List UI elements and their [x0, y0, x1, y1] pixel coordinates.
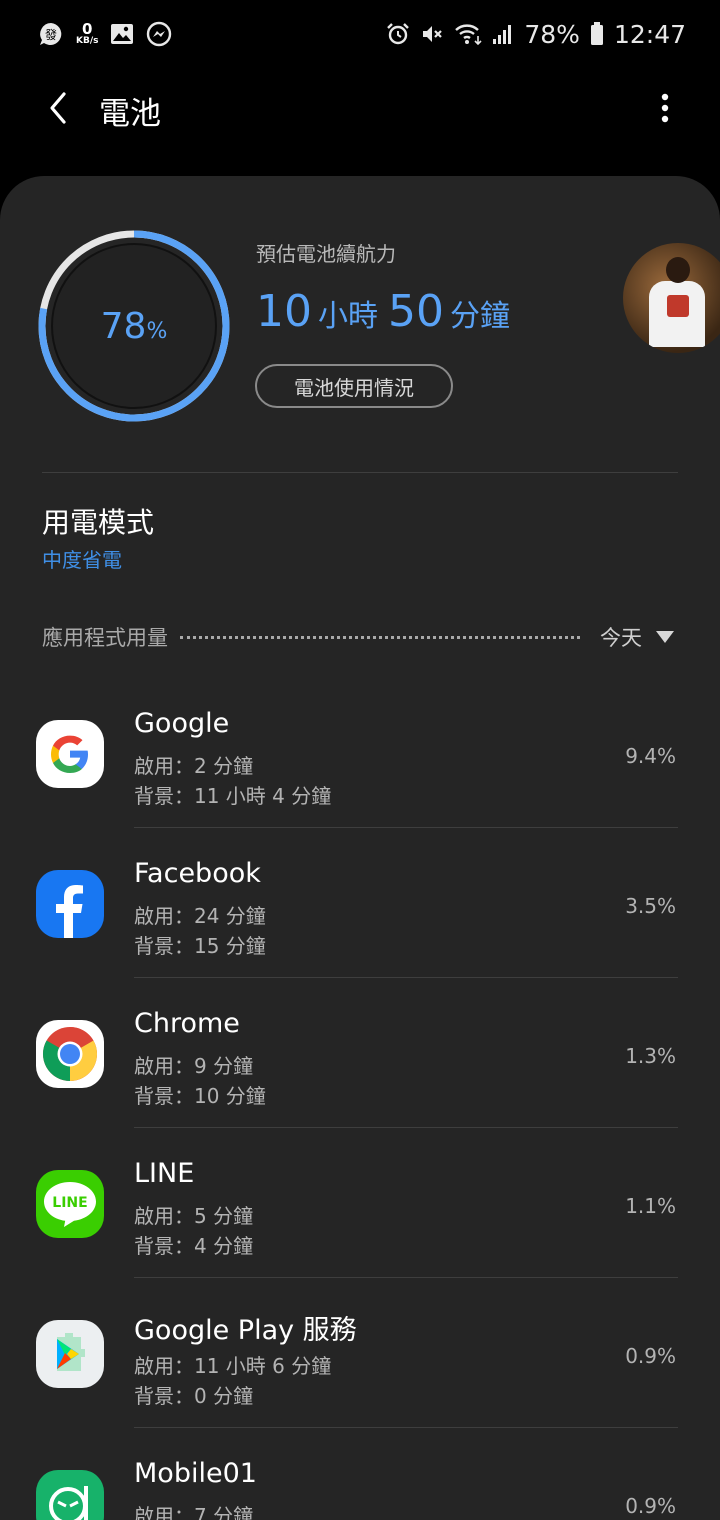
avatar[interactable]	[623, 243, 720, 353]
status-bar: 發 0 KB/s 78% 12:47	[0, 0, 720, 68]
estimate-hours: 10	[256, 286, 312, 337]
battery-percent-number: 78	[100, 305, 147, 347]
app-active-time: 啟用：9 分鐘	[134, 1054, 254, 1078]
battery-percent-sign: %	[146, 318, 168, 344]
dotted-leader	[180, 635, 580, 639]
app-usage-percent: 0.9%	[625, 1494, 676, 1518]
period-dropdown[interactable]: 今天	[600, 622, 642, 652]
battery-icon	[590, 22, 604, 46]
estimate-label: 預估電池續航力	[256, 242, 396, 266]
battery-percent-label: 78 %	[36, 228, 232, 424]
svg-text:發: 發	[45, 27, 57, 42]
app-usage-percent: 9.4%	[625, 744, 676, 768]
back-button[interactable]	[40, 88, 76, 128]
google-play-services-icon	[36, 1320, 104, 1388]
app-usage-percent: 1.1%	[625, 1194, 676, 1218]
app-row[interactable]: Mobile01 啟用：7 分鐘 0.9%	[0, 1428, 720, 1520]
app-background-time: 背景：10 分鐘	[134, 1084, 266, 1108]
status-bar-right: 78% 12:47	[386, 20, 686, 49]
app-name: Mobile01	[134, 1458, 257, 1489]
app-active-time: 啟用：2 分鐘	[134, 754, 254, 778]
app-active-time: 啟用：5 分鐘	[134, 1204, 254, 1228]
app-background-time: 背景：11 小時 4 分鐘	[134, 784, 332, 808]
estimate-time: 10 小時 50 分鐘	[256, 286, 520, 337]
line-icon: LINE	[36, 1170, 104, 1238]
battery-usage-button[interactable]: 電池使用情況	[255, 364, 453, 408]
facebook-icon	[36, 870, 104, 938]
google-icon	[36, 720, 104, 788]
chevron-left-icon	[50, 92, 66, 124]
app-active-time: 啟用：7 分鐘	[134, 1504, 254, 1520]
battery-sheet: 78 % 預估電池續航力 10 小時 50 分鐘 電池使用情況 用電模式 中度省電 應…	[0, 176, 720, 1520]
network-speed-unit: KB/s	[76, 36, 99, 46]
app-background-time: 背景：4 分鐘	[134, 1234, 254, 1258]
app-usage-percent: 0.9%	[625, 1344, 676, 1368]
network-speed: 0 KB/s	[76, 22, 98, 46]
app-background-time: 背景：0 分鐘	[134, 1384, 254, 1408]
app-usage-title: 應用程式用量	[42, 626, 168, 650]
app-active-time: 啟用：11 小時 6 分鐘	[134, 1354, 332, 1378]
app-bar: 電池	[0, 68, 720, 148]
alarm-icon	[386, 22, 410, 46]
more-vert-icon	[661, 93, 669, 123]
avatar-print	[667, 295, 689, 317]
estimate-minutes: 50	[388, 286, 444, 337]
app-name: Google	[134, 708, 230, 739]
app-name: Chrome	[134, 1008, 240, 1039]
page-title: 電池	[99, 96, 161, 132]
app-name: Google Play 服務	[134, 1315, 357, 1346]
status-bar-left: 發 0 KB/s	[38, 21, 172, 47]
app-background-time: 背景：15 分鐘	[134, 934, 266, 958]
wifi-icon	[454, 22, 482, 46]
app-active-time: 啟用：24 分鐘	[134, 904, 266, 928]
app-name: LINE	[134, 1158, 195, 1189]
app-row[interactable]: Facebook 啟用：24 分鐘 背景：15 分鐘 3.5%	[0, 828, 720, 978]
notification-char-icon: 發	[38, 21, 64, 47]
network-speed-value: 0	[82, 20, 93, 38]
power-mode-title: 用電模式	[42, 506, 155, 539]
estimate-hours-unit: 小時	[318, 299, 378, 334]
more-options-button[interactable]	[650, 90, 680, 126]
app-row[interactable]: Google Play 服務 啟用：11 小時 6 分鐘 背景：0 分鐘 0.9…	[0, 1278, 720, 1428]
app-usage-percent: 3.5%	[625, 894, 676, 918]
caret-down-icon[interactable]	[656, 631, 674, 643]
clock: 12:47	[613, 19, 686, 49]
app-usage-percent: 1.3%	[625, 1044, 676, 1068]
messenger-icon	[146, 21, 172, 47]
battery-percent: 78%	[524, 19, 580, 49]
app-name: Facebook	[134, 858, 261, 889]
mute-icon	[420, 22, 444, 46]
estimate-minutes-unit: 分鐘	[450, 299, 510, 334]
image-icon	[110, 23, 134, 45]
chrome-icon	[36, 1020, 104, 1088]
signal-icon	[492, 23, 514, 45]
app-usage-header: 應用程式用量 今天	[42, 622, 678, 652]
line-logo-text: LINE	[52, 1195, 87, 1211]
app-row[interactable]: LINE LINE 啟用：5 分鐘 背景：4 分鐘 1.1%	[0, 1128, 720, 1278]
app-row[interactable]: Chrome 啟用：9 分鐘 背景：10 分鐘 1.3%	[0, 978, 720, 1128]
power-mode-value: 中度省電	[42, 548, 122, 572]
app-row[interactable]: Google 啟用：2 分鐘 背景：11 小時 4 分鐘 9.4%	[0, 678, 720, 828]
mobile01-icon	[36, 1470, 104, 1520]
section-divider	[42, 472, 678, 473]
avatar-head	[666, 257, 690, 283]
